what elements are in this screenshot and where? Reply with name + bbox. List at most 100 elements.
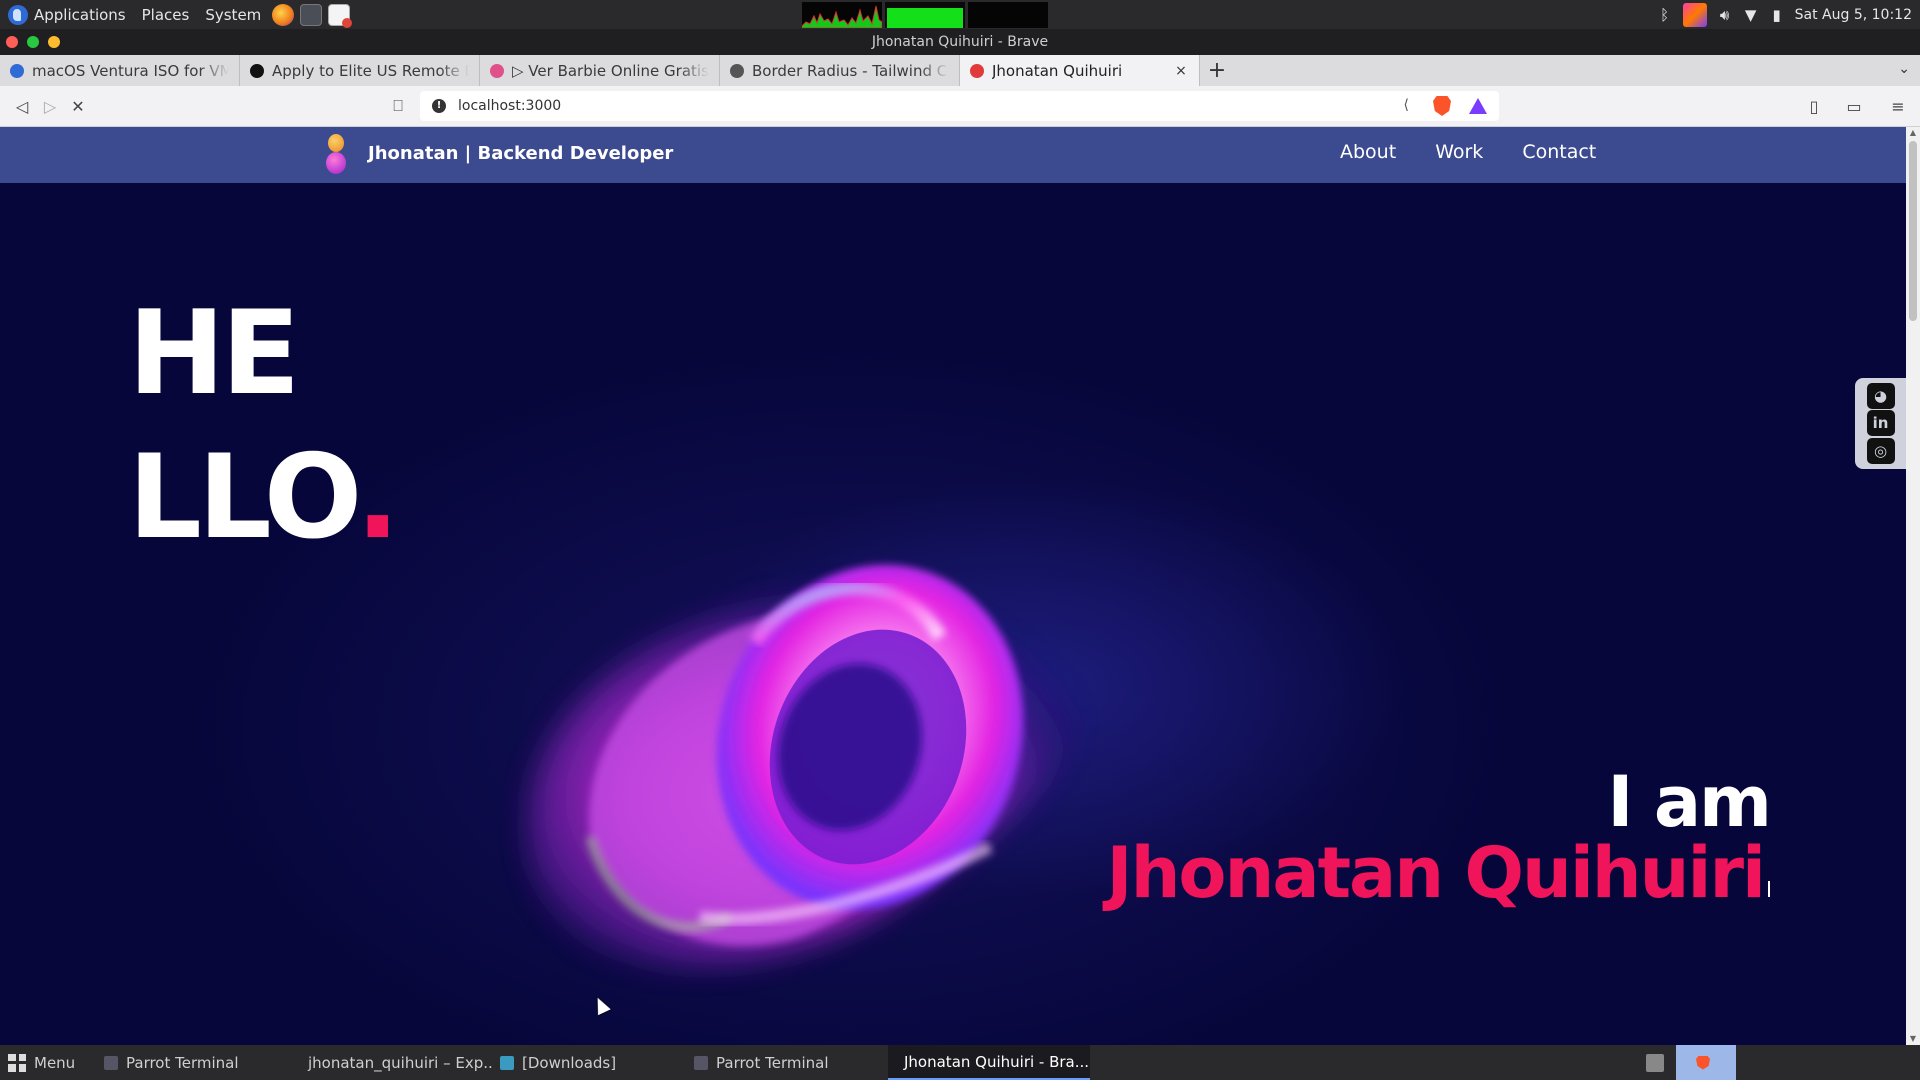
wallet-icon[interactable]: ▭ bbox=[1840, 92, 1868, 120]
workspace-icon bbox=[1646, 1053, 1664, 1072]
scroll-up-icon[interactable]: ▲ bbox=[1909, 129, 1917, 137]
site-info-icon[interactable]: ! bbox=[432, 99, 446, 113]
battery-icon[interactable]: ▮ bbox=[1769, 6, 1785, 24]
back-icon[interactable]: ◁ bbox=[8, 92, 36, 120]
url-text[interactable]: localhost:3000 bbox=[458, 98, 561, 114]
browser-toolbar: ◁ ▷ ✕ ⎕ ! localhost:3000 ⟨ ▯ ▭ ≡ bbox=[0, 86, 1920, 127]
hello-line-2-text: LLO bbox=[128, 430, 360, 565]
nav-link-work[interactable]: Work bbox=[1435, 141, 1483, 163]
tab-apply-elite[interactable]: Apply to Elite US Remote Deve bbox=[240, 55, 480, 86]
linkedin-icon[interactable]: in bbox=[1866, 410, 1895, 437]
favicon-icon bbox=[250, 63, 264, 78]
social-links-panel: ◕ in ◎ bbox=[1855, 378, 1906, 469]
system-menu-label: System bbox=[205, 5, 262, 24]
tab-macos-ventura[interactable]: macOS Ventura ISO for VM by bbox=[0, 55, 240, 86]
bottom-taskbar: Menu Parrot Terminal jhonatan_quihuiri –… bbox=[0, 1045, 1920, 1080]
system-menu[interactable]: System bbox=[197, 6, 269, 24]
menu-icon[interactable]: ≡ bbox=[1884, 92, 1912, 120]
page-scrollbar[interactable]: ▲ ▼ bbox=[1906, 127, 1920, 1045]
hero-3d-blob-graphic bbox=[527, 564, 1082, 968]
network-graph bbox=[968, 2, 1048, 28]
tab-label: Jhonatan Quihuiri bbox=[992, 61, 1123, 80]
new-tab-button[interactable]: + bbox=[1200, 55, 1234, 86]
system-top-panel: Applications Places System ᛒ 🔊︎ ▼ ▮ Sat … bbox=[0, 0, 1920, 29]
tab-jhonatan-quihuiri[interactable]: Jhonatan Quihuiri × bbox=[960, 55, 1200, 86]
favicon-icon bbox=[970, 63, 984, 78]
scroll-down-icon[interactable]: ▼ bbox=[1909, 1035, 1917, 1043]
brave-rewards-icon[interactable] bbox=[1469, 98, 1487, 114]
tab-label: ▷ Ver Barbie Online Gratis en bbox=[512, 61, 709, 80]
taskbar-task-terminal-1[interactable]: Parrot Terminal bbox=[96, 1045, 286, 1080]
task-label: Parrot Terminal bbox=[126, 1053, 239, 1072]
applications-menu[interactable]: Applications bbox=[0, 4, 134, 25]
github-icon[interactable]: ◕ bbox=[1866, 382, 1895, 409]
tab-label: Border Radius - Tailwind CSS bbox=[752, 61, 949, 80]
taskbar-task-downloads[interactable]: [Downloads] bbox=[492, 1045, 682, 1080]
brave-icon bbox=[1696, 1055, 1710, 1070]
tab-border-radius[interactable]: Border Radius - Tailwind CSS bbox=[720, 55, 960, 86]
applications-menu-label: Applications bbox=[34, 5, 126, 24]
places-menu[interactable]: Places bbox=[134, 6, 198, 24]
task-label: [Downloads] bbox=[522, 1053, 617, 1072]
task-label: Jhonatan Quihuiri - Bra... bbox=[904, 1052, 1090, 1071]
favicon-icon bbox=[10, 63, 24, 78]
memory-graph bbox=[885, 2, 965, 28]
maximize-window-icon[interactable] bbox=[27, 36, 39, 48]
cpu-graph bbox=[802, 2, 882, 28]
intro-name: Jhonatan Quihuiri bbox=[1107, 837, 1770, 909]
scrollbar-thumb[interactable] bbox=[1909, 141, 1917, 321]
close-tab-icon[interactable]: × bbox=[1173, 63, 1189, 79]
places-menu-label: Places bbox=[141, 5, 190, 24]
tab-label: macOS Ventura ISO for VM by bbox=[32, 61, 229, 80]
nav-link-contact[interactable]: Contact bbox=[1522, 141, 1596, 163]
minimize-window-icon[interactable] bbox=[48, 36, 60, 48]
stop-loading-icon[interactable]: ✕ bbox=[64, 92, 92, 120]
hero-hello-heading: HE LLO. bbox=[128, 282, 400, 570]
firefox-launcher-icon[interactable] bbox=[272, 3, 295, 26]
forward-icon[interactable]: ▷ bbox=[36, 92, 64, 120]
typing-caret bbox=[1768, 881, 1770, 897]
favicon-icon bbox=[730, 63, 744, 78]
taskbar-menu-button[interactable]: Menu bbox=[0, 1045, 90, 1080]
taskbar-task-terminal-2[interactable]: Parrot Terminal bbox=[686, 1045, 876, 1080]
tab-list-icon[interactable]: ⌄ bbox=[1898, 61, 1910, 77]
tab-barbie[interactable]: ▷ Ver Barbie Online Gratis en bbox=[480, 55, 720, 86]
taskbar-active-workspace[interactable] bbox=[1676, 1045, 1736, 1080]
sidebar-toggle-icon[interactable]: ▯ bbox=[1800, 92, 1828, 120]
task-label: jhonatan_quihuiri – Exp... bbox=[308, 1053, 492, 1072]
hello-dot: . bbox=[355, 430, 400, 565]
text-editor-launcher-icon[interactable] bbox=[328, 3, 353, 28]
terminal-launcher-icon[interactable] bbox=[300, 3, 323, 26]
browser-tab-strip: macOS Ventura ISO for VM by Apply to Eli… bbox=[0, 55, 1920, 86]
app-indicator-icon[interactable] bbox=[1682, 2, 1707, 27]
task-label: Parrot Terminal bbox=[716, 1053, 829, 1072]
nav-link-about[interactable]: About bbox=[1340, 141, 1396, 163]
brand-name[interactable]: Jhonatan | Backend Developer bbox=[368, 143, 673, 164]
intro-line-1: I am bbox=[1607, 761, 1772, 843]
parrot-logo-icon bbox=[8, 4, 28, 25]
workspace-switcher-icon[interactable] bbox=[1638, 1045, 1678, 1080]
instagram-icon[interactable]: ◎ bbox=[1866, 438, 1895, 465]
wifi-icon[interactable]: ▼ bbox=[1743, 6, 1759, 24]
taskbar-menu-label: Menu bbox=[34, 1053, 76, 1072]
site-navbar: Jhonatan | Backend Developer About Work … bbox=[0, 127, 1906, 183]
tab-label: Apply to Elite US Remote Deve bbox=[272, 61, 469, 80]
bookmark-icon[interactable]: ⎕ bbox=[384, 92, 412, 120]
volume-icon[interactable]: 🔊︎ bbox=[1717, 6, 1733, 24]
clock[interactable]: Sat Aug 5, 10:12 bbox=[1795, 7, 1912, 23]
taskbar-task-explorer[interactable]: jhonatan_quihuiri – Exp... bbox=[292, 1045, 492, 1080]
close-window-icon[interactable] bbox=[6, 36, 18, 48]
terminal-icon bbox=[104, 1055, 118, 1070]
hello-line-1: HE bbox=[128, 286, 300, 421]
share-icon[interactable]: ⟨ bbox=[1404, 97, 1409, 113]
site-nav-links: About Work Contact bbox=[1340, 141, 1596, 163]
terminal-icon bbox=[694, 1055, 708, 1070]
favicon-icon bbox=[490, 63, 504, 78]
address-bar[interactable]: ! localhost:3000 ⟨ bbox=[420, 91, 1499, 121]
hello-line-2: LLO. bbox=[128, 426, 400, 570]
system-tray: ᛒ 🔊︎ ▼ ▮ Sat Aug 5, 10:12 bbox=[1657, 0, 1912, 29]
bluetooth-icon[interactable]: ᛒ bbox=[1657, 6, 1673, 24]
taskbar-task-brave[interactable]: Jhonatan Quihuiri - Bra... bbox=[888, 1045, 1090, 1080]
brand-logo-icon[interactable] bbox=[322, 134, 350, 178]
brave-shields-icon[interactable] bbox=[1433, 96, 1451, 116]
